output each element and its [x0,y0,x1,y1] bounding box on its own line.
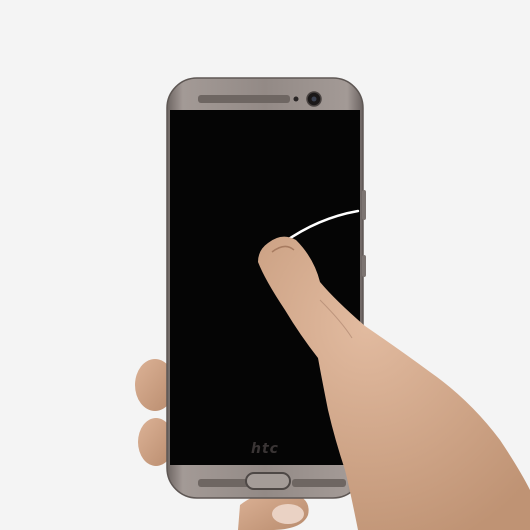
power-button [362,255,366,277]
fingernail [272,504,304,524]
top-speaker-grille [198,95,290,103]
home-button-icon [245,472,291,490]
brand-logo: HTC [251,441,279,457]
front-camera-lens [311,96,317,102]
volume-button [362,190,366,220]
bottom-speaker-grille-right [292,479,346,487]
proximity-sensor [293,96,299,102]
photo-scene: HTC [0,0,530,530]
